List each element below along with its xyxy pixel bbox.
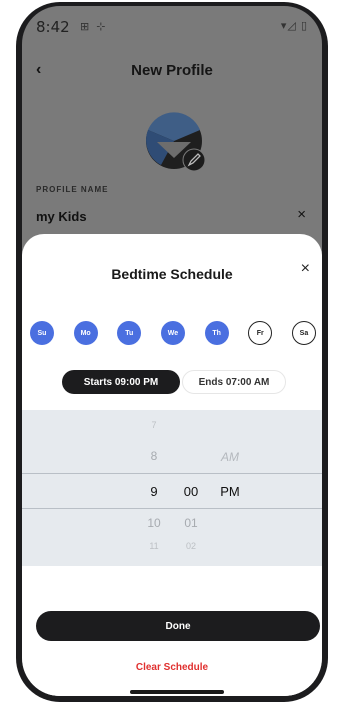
minute-option[interactable]: 01 [171,516,211,530]
notification-icons: ⊞ ⊹ [80,21,108,33]
day-sa[interactable]: Sa [291,321,316,345]
status-time: 8:42 [36,18,70,36]
starts-tab[interactable]: Starts 09:00 PM [62,370,180,394]
done-button[interactable]: Done [36,611,320,641]
period-selected[interactable]: PM [210,484,250,499]
page-title: New Profile [131,62,213,79]
clear-schedule-button[interactable]: Clear Schedule [22,662,322,673]
time-picker[interactable]: 7 8 9 10 11 00 01 02 AM PM [22,410,322,566]
day-tu[interactable]: Tu [117,321,142,345]
bedtime-sheet: Bedtime Schedule × Su Mo Tu We Th Fr Sa … [22,234,322,696]
screen: 8:42 ⊞ ⊹ ▾◿ ▯ ‹ New Profile PROFILE NAME… [22,6,322,696]
close-icon[interactable]: × [301,260,310,278]
hour-option[interactable]: 8 [134,449,174,463]
home-indicator[interactable] [130,690,224,694]
sheet-title: Bedtime Schedule [111,266,233,282]
hour-selected[interactable]: 9 [134,484,174,499]
day-su[interactable]: Su [30,321,54,345]
day-mo[interactable]: Mo [73,321,98,345]
period-option[interactable]: AM [210,450,250,464]
clear-name-icon[interactable]: × [297,206,306,223]
phone-frame: 8:42 ⊞ ⊹ ▾◿ ▯ ‹ New Profile PROFILE NAME… [16,2,328,702]
minute-option[interactable]: 02 [171,541,211,551]
hour-option[interactable]: 10 [134,516,174,530]
status-bar: 8:42 ⊞ ⊹ ▾◿ ▯ [22,6,322,46]
profile-name-input[interactable]: my Kids [36,209,87,224]
ends-tab[interactable]: Ends 07:00 AM [182,370,286,394]
profile-name-label: PROFILE NAME [36,185,109,194]
day-th[interactable]: Th [204,321,229,345]
minute-selected[interactable]: 00 [171,484,211,499]
hour-option[interactable]: 11 [134,541,174,551]
profile-avatar-icon[interactable] [144,111,208,175]
day-selector: Su Mo Tu We Th Fr Sa [30,321,316,345]
system-icons: ▾◿ ▯ [280,20,308,32]
day-fr[interactable]: Fr [248,321,273,345]
hour-option[interactable]: 7 [134,420,174,430]
day-we[interactable]: We [160,321,185,345]
